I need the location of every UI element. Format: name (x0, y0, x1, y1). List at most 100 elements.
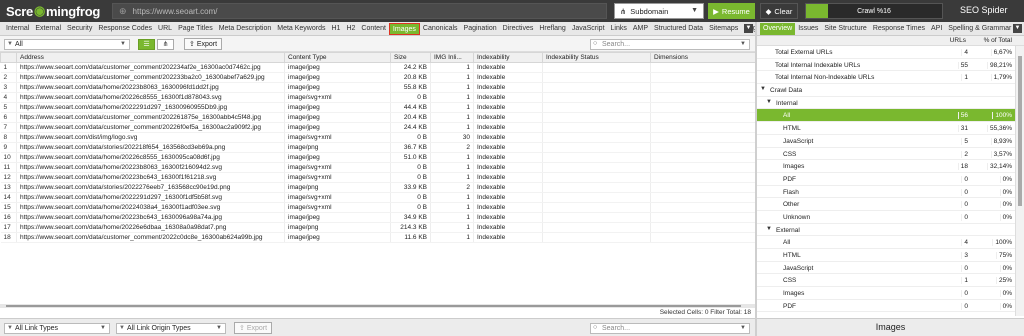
tab-canonicals[interactable]: Canonicals (420, 23, 461, 35)
table-row[interactable]: 7 https://www.seoart.com/data/customer_co… (0, 122, 755, 133)
table-row[interactable]: 3 https://www.seoart.com/data/home/20223b… (0, 82, 755, 93)
url-input[interactable]: ⊕ https://www.seoart.com/ (112, 3, 607, 19)
column-header[interactable]: Content Type (284, 52, 391, 63)
column-header[interactable] (0, 52, 17, 63)
crawl-mode-dropdown[interactable]: ⋔ Subdomain ▼ (614, 3, 704, 19)
overview-row[interactable]: CSS 1 25% (757, 274, 1024, 288)
table-cell: 2 (430, 182, 474, 193)
overview-row[interactable]: Total External URLs 4 6,67% (757, 46, 1024, 59)
overview-row[interactable]: ▼ External (757, 224, 1024, 237)
tab-page-titles[interactable]: Page Titles (175, 23, 216, 35)
tab-hreflang[interactable]: Hreflang (536, 23, 568, 35)
tab-security[interactable]: Security (64, 23, 95, 35)
table-cell: https://www.seoart.com/data/stories/2022… (16, 142, 285, 153)
overview-row[interactable]: ▼ Internal (757, 97, 1024, 110)
tabs-overflow-menu-icon[interactable]: ▼ (744, 24, 753, 33)
right-tab-response-times[interactable]: Response Times (870, 23, 928, 35)
overview-row[interactable]: JavaScript 0 0% (757, 262, 1024, 275)
table-row[interactable]: 10 https://www.seoart.com/data/home/20226… (0, 152, 755, 163)
tab-amp[interactable]: AMP (630, 23, 651, 35)
overview-row[interactable]: ▼ Crawl Data (757, 84, 1024, 97)
table-row[interactable]: 2 https://www.seoart.com/data/customer_co… (0, 72, 755, 83)
bottom-export-button[interactable]: ⇪ Export (234, 322, 272, 334)
column-header[interactable]: Address (16, 52, 285, 63)
tab-images[interactable]: Images (388, 22, 420, 35)
table-row[interactable]: 11 https://www.seoart.com/data/home/20223… (0, 162, 755, 173)
tab-h1[interactable]: H1 (328, 23, 343, 35)
overview-row[interactable]: HTML 3 75% (757, 249, 1024, 262)
table-search-input[interactable]: ○ Search... ▼ (590, 39, 750, 50)
bottom-search-input[interactable]: ○ Search... ▼ (590, 323, 750, 334)
tree-view-button[interactable]: ⋔ (157, 39, 174, 50)
table-cell: image/jpeg (284, 82, 391, 93)
resume-button[interactable]: ▶ Resume (708, 3, 755, 19)
tab-meta-description[interactable]: Meta Description (216, 23, 275, 35)
table-row[interactable]: 13 https://www.seoart.com/data/stories/20… (0, 182, 755, 193)
tab-pagination[interactable]: Pagination (461, 23, 500, 35)
right-tab-spelling-grammar[interactable]: Spelling & Grammar (945, 23, 1014, 35)
table-cell (650, 222, 755, 233)
table-row[interactable]: 16 https://www.seoart.com/data/home/20223… (0, 212, 755, 223)
tab-sitemaps[interactable]: Sitemaps (706, 23, 741, 35)
expand-toggle-icon[interactable]: ▼ (766, 99, 772, 105)
overview-row[interactable]: PDF 0 0% (757, 300, 1024, 313)
overview-row[interactable]: Images 18 32,14% (757, 160, 1024, 173)
tab-links[interactable]: Links (608, 23, 630, 35)
table-row[interactable]: 8 https://www.seoart.com/dist/img/logo.sv… (0, 132, 755, 143)
list-view-button[interactable]: ☰ (138, 39, 155, 50)
column-header[interactable]: Indexability Status (542, 52, 651, 63)
overview-row[interactable]: Flash 0 0% (757, 186, 1024, 199)
table-row[interactable]: 4 https://www.seoart.com/data/home/20226c… (0, 92, 755, 103)
column-header[interactable]: Indexability (473, 52, 543, 63)
overview-scrollbar[interactable] (1015, 46, 1024, 316)
overview-row[interactable]: HTML 31 55,36% (757, 122, 1024, 135)
tab-javascript[interactable]: JavaScript (569, 23, 608, 35)
tab-external[interactable]: External (32, 23, 64, 35)
chevron-down-icon: ▼ (691, 7, 698, 14)
right-tab-site-structure[interactable]: Site Structure (821, 23, 869, 35)
overview-row[interactable]: Images 0 0% (757, 287, 1024, 300)
export-button[interactable]: ⇪ Export (184, 38, 222, 50)
overview-row[interactable]: PDF 0 0% (757, 173, 1024, 186)
table-row[interactable]: 17 https://www.seoart.com/data/home/20226… (0, 222, 755, 233)
table-row[interactable]: 1 https://www.seoart.com/data/customer_co… (0, 62, 755, 73)
table-row[interactable]: 12 https://www.seoart.com/data/home/20223… (0, 172, 755, 183)
table-row[interactable]: 15 https://www.seoart.com/data/home/20224… (0, 202, 755, 213)
tab-content[interactable]: Content (358, 23, 389, 35)
right-tab-issues[interactable]: Issues (795, 23, 821, 35)
overview-row[interactable]: Unknown 0 0% (757, 211, 1024, 224)
tab-internal[interactable]: Internal (3, 23, 32, 35)
table-row[interactable]: 5 https://www.seoart.com/data/home/202229… (0, 102, 755, 113)
tab-url[interactable]: URL (155, 23, 175, 35)
column-header[interactable]: IMG Inli... (430, 52, 474, 63)
column-header[interactable]: Size (390, 52, 431, 63)
table-row[interactable]: 14 https://www.seoart.com/data/home/20222… (0, 192, 755, 203)
tab-meta-keywords[interactable]: Meta Keywords (274, 23, 328, 35)
column-header[interactable]: Dimensions (650, 52, 755, 63)
right-tabs-overflow-menu-icon[interactable]: ▼ (1013, 24, 1022, 33)
table-row[interactable]: 6 https://www.seoart.com/data/customer_co… (0, 112, 755, 123)
overview-row[interactable]: Total Internal Non-Indexable URLs 1 1,79% (757, 71, 1024, 85)
overview-row[interactable]: All 56 100% (757, 109, 1024, 123)
expand-toggle-icon[interactable]: ▼ (766, 226, 772, 232)
filter-dropdown[interactable]: ▼ All ▼ (4, 39, 130, 50)
tab-h2[interactable]: H2 (343, 23, 358, 35)
overview-row[interactable]: Total Internal Indexable URLs 55 98,21% (757, 59, 1024, 72)
right-tab-api[interactable]: API (928, 23, 945, 35)
scrollbar-thumb[interactable] (6, 305, 741, 307)
link-origin-dropdown[interactable]: ▼ All Link Origin Types ▼ (116, 323, 226, 334)
scrollbar-thumb[interactable] (1018, 56, 1022, 206)
expand-toggle-icon[interactable]: ▼ (760, 86, 766, 92)
table-row[interactable]: 9 https://www.seoart.com/data/stories/202… (0, 142, 755, 153)
overview-row[interactable]: Other 0 0% (757, 198, 1024, 211)
tab-structured-data[interactable]: Structured Data (651, 23, 706, 35)
link-types-dropdown[interactable]: ▼ All Link Types ▼ (4, 323, 110, 334)
clear-button[interactable]: ◆ Clear (760, 3, 798, 19)
overview-row[interactable]: JavaScript 5 8,93% (757, 135, 1024, 148)
tab-directives[interactable]: Directives (500, 23, 537, 35)
table-row[interactable]: 18 https://www.seoart.com/data/customer_c… (0, 232, 755, 243)
overview-row[interactable]: CSS 2 3,57% (757, 148, 1024, 161)
right-tab-overview[interactable]: Overview (760, 22, 796, 35)
overview-row[interactable]: All 4 100% (757, 236, 1024, 249)
tab-response-codes[interactable]: Response Codes (95, 23, 155, 35)
